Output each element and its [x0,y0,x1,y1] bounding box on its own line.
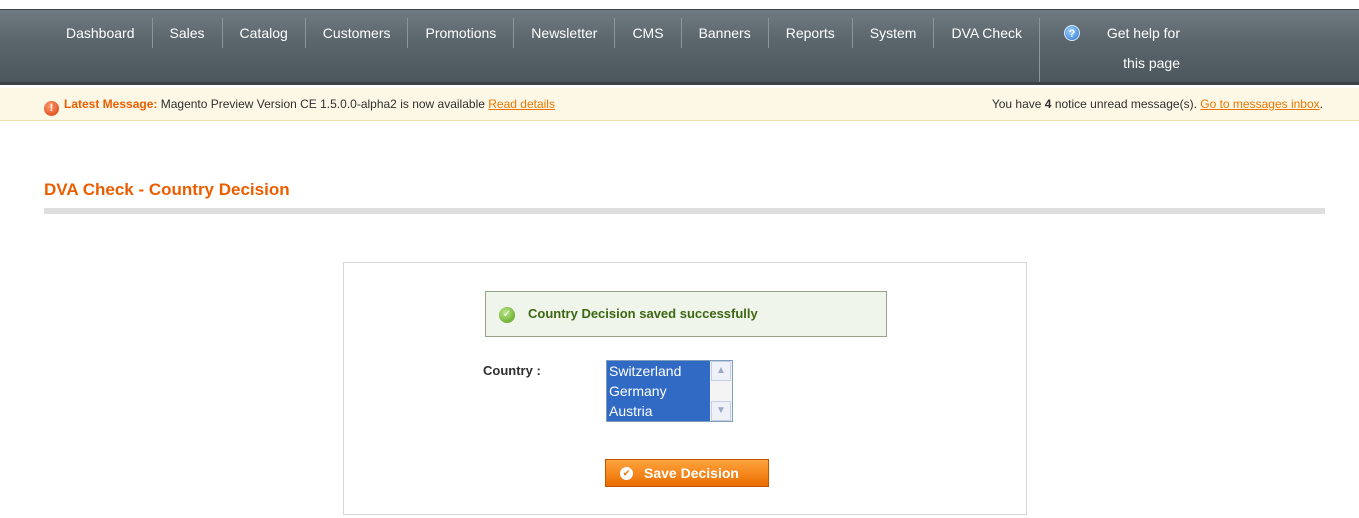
critical-warning-icon: ! [44,101,59,116]
notice-suffix: notice unread message(s). [1054,97,1197,111]
country-option-germany[interactable]: Germany [607,381,710,401]
latest-message-label: Latest Message: [64,97,158,111]
nav-item-cms[interactable]: CMS [614,18,680,48]
scroll-down-arrow-icon[interactable]: ▼ [711,401,731,421]
notice-prefix: You have [991,97,1042,111]
success-check-icon: ✓ [499,307,515,323]
help-label-line2: this page [1123,55,1180,71]
question-circle-icon: ? [1063,25,1080,41]
notice-period: . [1319,97,1323,111]
help-link[interactable]: ? Get help for this page [1038,18,1196,82]
country-decision-form: ✓ Country Decision saved successfully Co… [343,262,1027,515]
country-option-austria[interactable]: Austria [607,401,710,421]
nav-item-promotions[interactable]: Promotions [407,18,513,48]
check-circle-icon: ✔ [620,467,633,480]
nav-item-banners[interactable]: Banners [680,18,768,48]
nav-item-reports[interactable]: Reports [767,18,852,48]
latest-message-text: Magento Preview Version CE 1.5.0.0-alpha… [160,97,485,111]
page-title: DVA Check - Country Decision [44,180,290,199]
title-divider [44,208,1325,214]
save-decision-label: Save Decision [644,465,739,481]
messages-inbox-link[interactable]: Go to messages inbox [1200,97,1319,111]
nav-item-customers[interactable]: Customers [304,18,408,48]
success-message-text: Country Decision saved successfully [528,306,758,321]
nav-item-newsletter[interactable]: Newsletter [513,18,614,48]
country-label: Country : [483,363,541,378]
country-options: Switzerland Germany Austria [607,361,710,421]
nav-item-dva-check[interactable]: DVA Check [933,18,1039,48]
top-navigation: Dashboard Sales Catalog Customers Promot… [0,9,1359,85]
nav-item-sales[interactable]: Sales [151,18,222,48]
notice-summary: You have 4 notice unread message(s). Go … [992,88,1323,120]
success-message: ✓ Country Decision saved successfully [485,291,887,337]
listbox-scrollbar[interactable]: ▲ ▼ [710,361,732,421]
system-message-bar: ! Latest Message: Magento Preview Version… [0,88,1359,121]
nav-item-system[interactable]: System [851,18,934,48]
latest-message: ! Latest Message: Magento Preview Version… [44,88,555,120]
nav-item-dashboard[interactable]: Dashboard [49,18,152,48]
notice-count: 4 [1044,97,1052,111]
country-option-switzerland[interactable]: Switzerland [607,361,710,381]
read-details-link[interactable]: Read details [488,97,555,111]
country-multiselect[interactable]: Switzerland Germany Austria ▲ ▼ [606,360,733,422]
nav-menu: Dashboard Sales Catalog Customers Promot… [49,10,1196,82]
nav-item-catalog[interactable]: Catalog [221,18,305,48]
save-decision-button[interactable]: ✔ Save Decision [605,459,769,487]
help-label-line1: Get help for [1106,25,1180,41]
scroll-up-arrow-icon[interactable]: ▲ [711,361,731,381]
